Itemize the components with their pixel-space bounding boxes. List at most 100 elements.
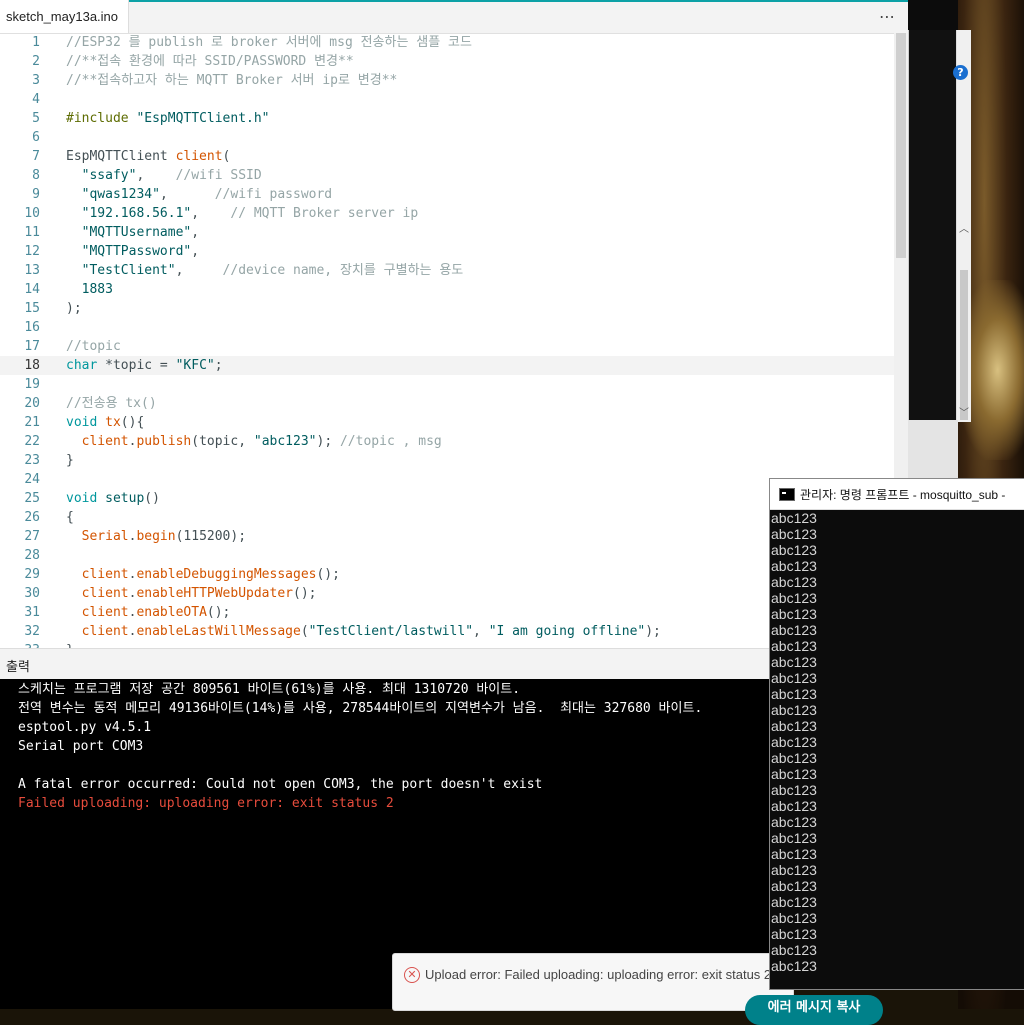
code-line[interactable]: 22 client.publish(topic, "abc123"); //to… <box>0 432 894 451</box>
line-number: 6 <box>32 130 40 145</box>
background-dialog-content <box>909 30 959 422</box>
code-text: client.publish(topic, "abc123"); //topic… <box>81 434 442 449</box>
code-line[interactable]: 10 "192.168.56.1", // MQTT Broker server… <box>0 204 894 223</box>
cmd-output-line: abc123 <box>771 606 817 622</box>
cmd-title-bar[interactable]: 관리자: 명령 프롬프트 - mosquitto_sub - <box>770 479 1024 510</box>
background-dialog-scrollbar[interactable]: ︿ ﹀ <box>956 30 971 422</box>
code-line[interactable]: 25 void setup() <box>0 489 894 508</box>
cmd-output-line: abc123 <box>771 670 817 686</box>
code-line[interactable]: 14 1883 <box>0 280 894 299</box>
code-line[interactable]: 1 //ESP32 를 publish 로 broker 서버에 msg 전송하는… <box>0 33 894 52</box>
line-number: 19 <box>24 377 40 392</box>
output-panel-header: 출력 <box>0 648 780 680</box>
code-area[interactable]: 1 //ESP32 를 publish 로 broker 서버에 msg 전송하는… <box>0 33 894 648</box>
code-line[interactable]: 18 char *topic = "KFC"; <box>0 356 894 375</box>
tab-label: sketch_may13a.ino <box>6 9 119 24</box>
code-line[interactable]: 17 //topic <box>0 337 894 356</box>
background-dialog-scroll-thumb[interactable] <box>960 270 968 420</box>
output-line: Serial port COM3 <box>18 739 144 754</box>
code-line[interactable]: 6 <box>0 128 894 147</box>
line-number: 26 <box>24 510 40 525</box>
scroll-up-arrow-icon[interactable]: ︿ <box>959 220 969 235</box>
cmd-output-line: abc123 <box>771 910 817 926</box>
line-number: 10 <box>24 206 40 221</box>
code-line[interactable]: 28 <box>0 546 894 565</box>
line-number: 12 <box>24 244 40 259</box>
code-line[interactable]: 4 <box>0 90 894 109</box>
editor-tab-bar: sketch_may13a.ino ⋯ <box>0 0 908 34</box>
code-line[interactable]: 11 "MQTTUsername", <box>0 223 894 242</box>
code-line[interactable]: 26 { <box>0 508 894 527</box>
cmd-output-line: abc123 <box>771 878 817 894</box>
more-options-icon[interactable]: ⋯ <box>879 7 896 26</box>
code-text: client.enableLastWillMessage("TestClient… <box>81 624 661 639</box>
code-line[interactable]: 2 //**접속 환경에 따라 SSID/PASSWORD 변경** <box>0 52 894 71</box>
cmd-output-line: abc123 <box>771 638 817 654</box>
cmd-output-line: abc123 <box>771 814 817 830</box>
code-text: char *topic = "KFC"; <box>66 358 223 373</box>
code-line[interactable]: 21 void tx(){ <box>0 413 894 432</box>
tab-sketch-file[interactable]: sketch_may13a.ino <box>0 0 129 33</box>
code-line[interactable]: 12 "MQTTPassword", <box>0 242 894 261</box>
code-line[interactable]: 19 <box>0 375 894 394</box>
code-line[interactable]: 8 "ssafy", //wifi SSID <box>0 166 894 185</box>
code-line[interactable]: 27 Serial.begin(115200); <box>0 527 894 546</box>
background-gray-pane <box>908 420 958 482</box>
cmd-output-line: abc123 <box>771 590 817 606</box>
help-icon[interactable]: ? <box>953 65 968 80</box>
error-circle-icon: ✕ <box>404 967 420 983</box>
tab-bar-accent <box>0 0 908 2</box>
output-line: esptool.py v4.5.1 <box>18 720 152 735</box>
code-text: #include "EspMQTTClient.h" <box>66 111 270 126</box>
code-text: EspMQTTClient client( <box>66 149 231 164</box>
code-text: //topic <box>66 339 121 354</box>
copy-error-message-button[interactable]: 에러 메시지 복사 <box>745 995 883 1025</box>
cmd-output-line: abc123 <box>771 702 817 718</box>
code-line[interactable]: 9 "qwas1234", //wifi password <box>0 185 894 204</box>
code-text: ); <box>66 301 82 316</box>
code-line[interactable]: 5 #include "EspMQTTClient.h" <box>0 109 894 128</box>
cmd-output-line: abc123 <box>771 766 817 782</box>
line-number: 2 <box>32 54 40 69</box>
line-number: 33 <box>0 641 40 648</box>
code-line[interactable]: 13 "TestClient", //device name, 장치를 구별하는… <box>0 261 894 280</box>
cmd-output-line: abc123 <box>771 798 817 814</box>
code-text: "192.168.56.1", // MQTT Broker server ip <box>81 206 419 221</box>
cmd-output-line: abc123 <box>771 830 817 846</box>
scroll-down-arrow-icon[interactable]: ﹀ <box>959 404 969 419</box>
cmd-output-line: abc123 <box>771 526 817 542</box>
cmd-console[interactable]: abc123 abc123 abc123 abc123 abc123 abc123 abc1… <box>770 510 1024 989</box>
code-line[interactable]: 29 client.enableDebuggingMessages(); <box>0 565 894 584</box>
line-number: 4 <box>32 92 40 107</box>
code-line[interactable]: 32 client.enableLastWillMessage("TestCli… <box>0 622 894 641</box>
code-text: "MQTTUsername", <box>81 225 200 240</box>
output-panel-title: 출력 <box>6 660 30 675</box>
cmd-output-line: abc123 <box>771 862 817 878</box>
code-line[interactable]: 20 //전송용 tx() <box>0 394 894 413</box>
code-line[interactable]: 31 client.enableOTA(); <box>0 603 894 622</box>
command-prompt-window: 관리자: 명령 프롬프트 - mosquitto_sub - abc123 abc… <box>769 478 1024 990</box>
code-text: "TestClient", //device name, 장치를 구별하는 용도 <box>81 263 464 278</box>
code-line[interactable]: 16 <box>0 318 894 337</box>
code-text: void setup() <box>66 491 160 506</box>
code-line[interactable]: 3 //**접속하고자 하는 MQTT Broker 서버 ip로 변경** <box>0 71 894 90</box>
code-text: "ssafy", //wifi SSID <box>81 168 262 183</box>
code-line[interactable]: 33} <box>0 641 894 648</box>
code-line[interactable]: 7 EspMQTTClient client( <box>0 147 894 166</box>
output-line: A fatal error occurred: Could not open C… <box>18 777 543 792</box>
code-line[interactable]: 15); <box>0 299 894 318</box>
notification-message: Upload error: Failed uploading: uploadin… <box>425 967 772 982</box>
line-number: 27 <box>24 529 40 544</box>
code-line[interactable]: 24 <box>0 470 894 489</box>
code-line[interactable]: 23} <box>0 451 894 470</box>
cmd-output-line: abc123 <box>771 926 817 942</box>
cmd-output-line: abc123 <box>771 846 817 862</box>
editor-scroll-thumb[interactable] <box>896 33 906 258</box>
line-number: 13 <box>24 263 40 278</box>
upload-error-notification: ✕ Upload error: Failed uploading: upload… <box>392 953 883 1025</box>
code-line[interactable]: 30 client.enableHTTPWebUpdater(); <box>0 584 894 603</box>
cmd-output-line: abc123 <box>771 654 817 670</box>
cmd-output-line: abc123 <box>771 958 817 974</box>
line-number: 16 <box>24 320 40 335</box>
cmd-output-line: abc123 <box>771 622 817 638</box>
